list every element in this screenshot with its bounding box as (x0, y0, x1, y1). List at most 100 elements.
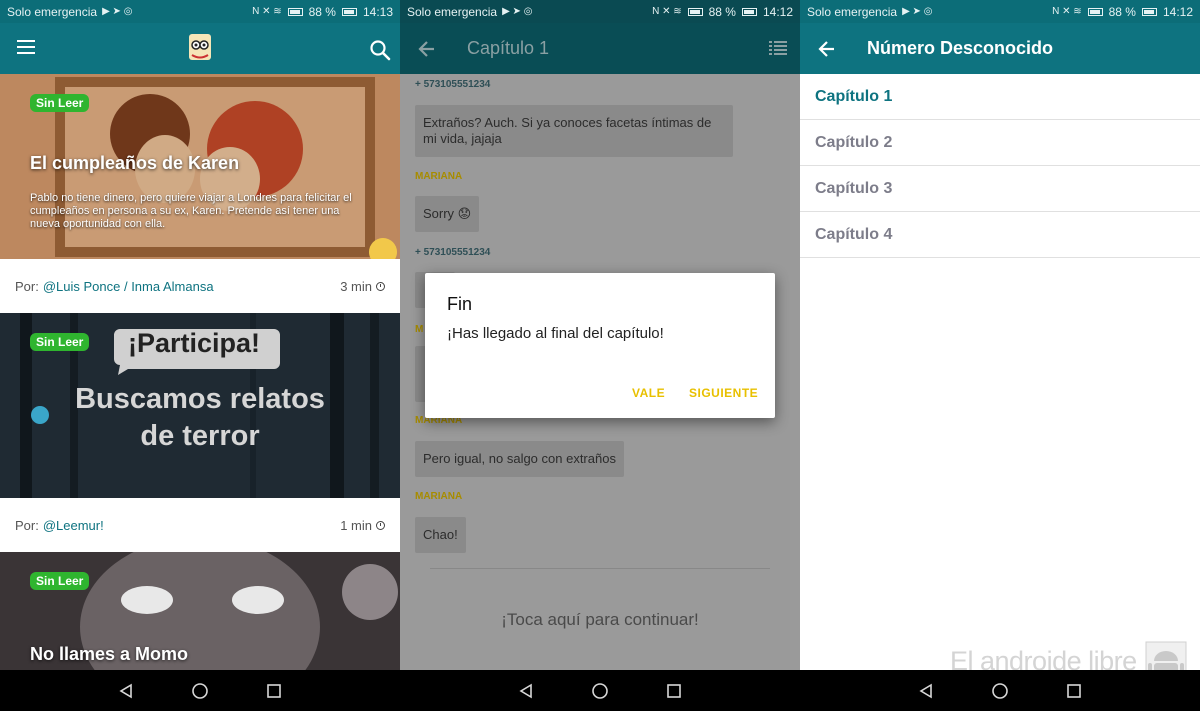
carrier-label: Solo emergencia (807, 4, 898, 19)
unread-badge: Sin Leer (30, 572, 90, 590)
triangle-back-icon (119, 683, 132, 698)
home-nav-button[interactable] (963, 670, 1037, 711)
chapter-item[interactable]: Capítulo 4 (800, 212, 1200, 258)
read-time: 1 min (340, 518, 385, 533)
dialog-message: ¡Has llegado al final del capítulo! (447, 325, 664, 342)
read-time-label: 1 min (340, 517, 372, 533)
search-icon[interactable] (369, 39, 391, 61)
message-sender-hidden: M (415, 324, 424, 335)
story-card-image[interactable]: Sin Leer El cumpleaños de Karen Pablo no… (0, 74, 400, 259)
read-time-label: 3 min (340, 278, 372, 294)
signal-icons: N ✕ ≋ (252, 5, 282, 17)
recents-nav-button[interactable] (237, 670, 311, 711)
read-time: 3 min (340, 279, 385, 294)
clock-time: 14:13 (362, 4, 393, 19)
continue-prompt[interactable]: ¡Toca aquí para continuar! (400, 610, 800, 630)
story-meta: Por: @Leemur! 1 min (0, 498, 400, 552)
square-recents-icon (667, 683, 681, 698)
system-nav-bar (0, 670, 400, 711)
story-title: No llames a Momo (30, 644, 189, 664)
chapter-title: Capítulo 1 (467, 38, 550, 58)
notification-icons: ▶ ➤ ◎ (902, 5, 933, 17)
signal-icons: N ✕ ≋ (1052, 5, 1082, 17)
story-card-image[interactable]: Sin Leer ¡Participa! Buscamos relatos de… (0, 313, 400, 498)
signal-icons: N ✕ ≋ (652, 5, 682, 17)
end-of-chapter-dialog: Fin ¡Has llegado al final del capítulo! … (425, 273, 775, 418)
message-sender: MARIANA (415, 491, 463, 502)
chapter-item[interactable]: Capítulo 3 (800, 166, 1200, 212)
status-bar: Solo emergencia ▶ ➤ ◎ N ✕ ≋ 88 % 14:12 (400, 0, 800, 23)
message-bubble: Sorry 😟 (415, 196, 480, 232)
dialog-title: Fin (447, 294, 473, 314)
system-nav-bar (800, 670, 1200, 711)
recents-nav-button[interactable] (1037, 670, 1111, 711)
circle-home-icon (192, 682, 208, 699)
menu-icon[interactable] (17, 40, 35, 54)
triangle-back-icon (519, 683, 532, 698)
circle-home-icon (592, 682, 608, 699)
story-title: El cumpleaños de Karen (30, 153, 240, 173)
author-link[interactable]: @Luis Ponce / Inma Almansa (43, 279, 214, 294)
circle-home-icon (992, 682, 1008, 699)
back-arrow-icon[interactable] (417, 39, 437, 59)
ok-button[interactable]: VALE (632, 386, 665, 400)
back-nav-button[interactable] (889, 670, 963, 711)
chapter-item[interactable]: Capítulo 1 (800, 74, 1200, 120)
app-bar (0, 23, 400, 74)
banner-callout: ¡Participa! (128, 328, 261, 358)
back-arrow-icon[interactable] (817, 39, 837, 59)
app-bar: Capítulo 1 (400, 23, 800, 74)
square-recents-icon (1067, 683, 1081, 698)
app-bar: Número Desconocido (800, 23, 1200, 74)
clock-time: 14:12 (1162, 4, 1193, 19)
battery-icon-2 (1141, 7, 1157, 16)
home-nav-button[interactable] (563, 670, 637, 711)
carrier-label: Solo emergencia (407, 4, 498, 19)
unread-badge: Sin Leer (30, 94, 90, 112)
clock-icon (376, 520, 385, 530)
story-title: Número Desconocido (867, 38, 1054, 58)
chapter-item[interactable]: Capítulo 2 (800, 120, 1200, 166)
chapter-list: Capítulo 1 Capítulo 2 Capítulo 3 Capítul… (800, 74, 1200, 258)
unread-badge: Sin Leer (30, 333, 90, 351)
message-bubble: Pero igual, no salgo con extraños (415, 441, 624, 477)
story-description: Pablo no tiene dinero, pero quiere viaja… (30, 192, 352, 230)
chapter-index-screen: Solo emergencia ▶ ➤ ◎ N ✕ ≋ 88 % 14:12 N… (800, 0, 1200, 711)
by-label: Por: (15, 517, 39, 533)
divider (430, 568, 770, 569)
message-sender: MARIANA (415, 171, 463, 182)
story-list-screen: Solo emergencia ▶ ➤ ◎ N ✕ ≋ 88 % 14:13 S… (0, 0, 400, 711)
status-bar: Solo emergencia ▶ ➤ ◎ N ✕ ≋ 88 % 14:12 (800, 0, 1200, 23)
next-button[interactable]: SIGUIENTE (689, 386, 758, 400)
back-nav-button[interactable] (489, 670, 563, 711)
battery-icon (687, 7, 703, 16)
notification-icons: ▶ ➤ ◎ (502, 5, 533, 17)
message-sender: + 573105551234 (415, 247, 491, 258)
battery-icon-2 (341, 7, 357, 16)
recents-nav-button[interactable] (637, 670, 711, 711)
banner-text: Buscamos relatos de terror (75, 383, 325, 452)
home-nav-button[interactable] (163, 670, 237, 711)
message-bubble: Extraños? Auch. Si ya conoces facetas ín… (415, 105, 733, 157)
battery-icon (287, 7, 303, 16)
status-bar: Solo emergencia ▶ ➤ ◎ N ✕ ≋ 88 % 14:13 (0, 0, 400, 23)
message-bubble: Chao! (415, 517, 466, 553)
system-nav-bar (400, 670, 800, 711)
by-label: Por: (15, 278, 39, 294)
triangle-back-icon (919, 683, 932, 698)
back-nav-button[interactable] (89, 670, 163, 711)
battery-icon (1087, 7, 1103, 16)
author-link[interactable]: @Leemur! (43, 518, 104, 533)
clock-icon (376, 281, 385, 291)
battery-level: 88 % (308, 4, 336, 19)
clock-time: 14:12 (762, 4, 793, 19)
carrier-label: Solo emergencia (7, 4, 98, 19)
app-logo-icon (189, 34, 211, 60)
chapter-reader-screen: Solo emergencia ▶ ➤ ◎ N ✕ ≋ 88 % 14:12 C… (400, 0, 800, 711)
story-meta: Por: @Luis Ponce / Inma Almansa 3 min (0, 259, 400, 313)
chapter-list-icon[interactable] (769, 41, 787, 55)
story-card-image[interactable]: Sin Leer No llames a Momo (0, 552, 400, 670)
square-recents-icon (267, 683, 281, 698)
battery-icon-2 (741, 7, 757, 16)
notification-icons: ▶ ➤ ◎ (102, 5, 133, 17)
